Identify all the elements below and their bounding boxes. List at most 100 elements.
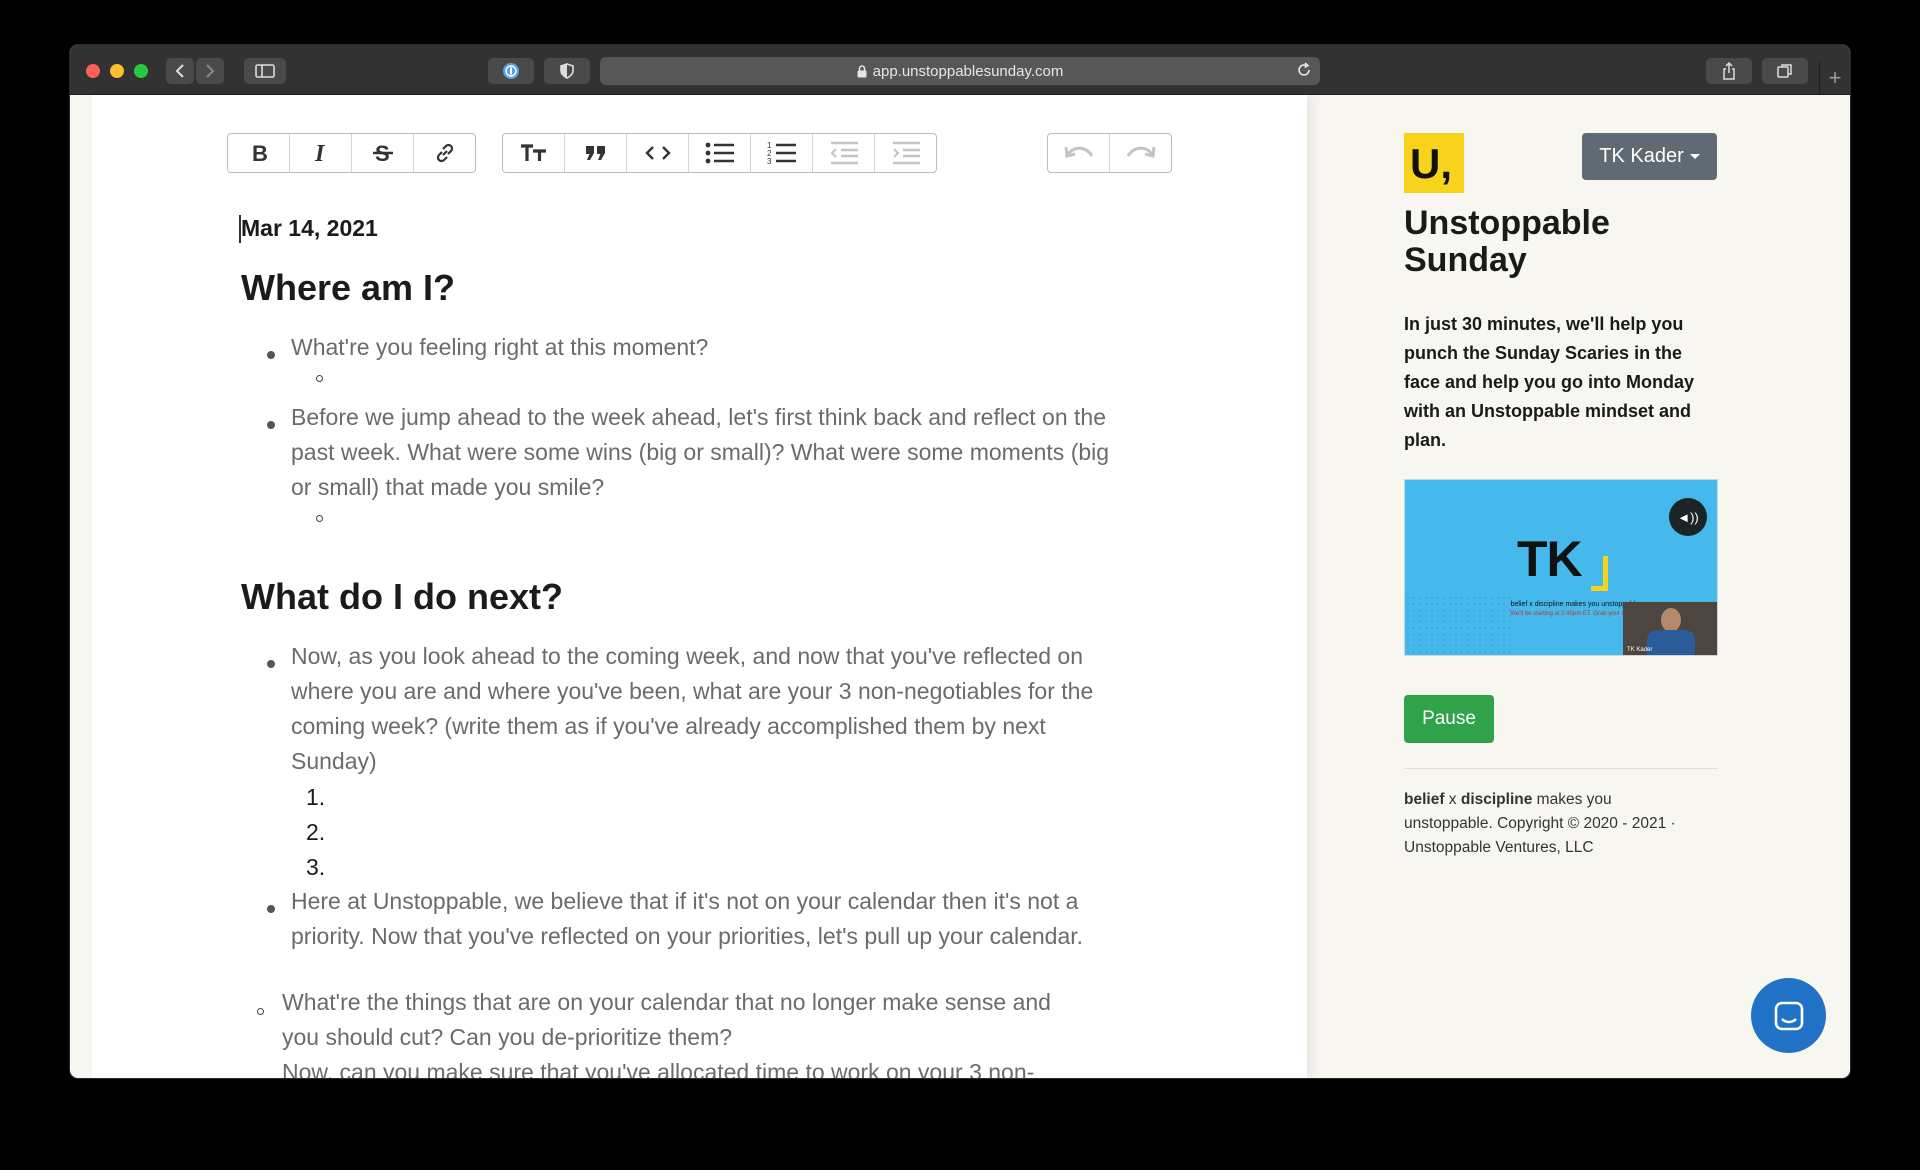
undo-button[interactable] <box>1048 134 1110 172</box>
url-bar[interactable]: app.unstoppablesunday.com <box>600 57 1320 85</box>
list-item-line: where you are and where you've been, wha… <box>291 678 1094 704</box>
person-head <box>1661 608 1681 632</box>
reload-icon[interactable] <box>1296 62 1312 82</box>
footer-makes-you: makes you <box>1532 791 1612 808</box>
indent-icon <box>892 141 920 165</box>
webcam-inset: TK Kader <box>1623 602 1717 655</box>
outdent-button[interactable] <box>813 134 875 172</box>
speaker-icon[interactable]: ◄)) <box>1669 498 1707 536</box>
share-button[interactable] <box>1706 58 1752 84</box>
brand-line-1: Unstoppable <box>1404 204 1610 242</box>
formatting-toolbar: B I S 123 <box>92 133 1307 175</box>
list-item-line: coming week? (write them as if you've al… <box>291 713 1046 739</box>
sub-list-item: Now, can you make sure that you've alloc… <box>282 1059 1035 1078</box>
sub-bullet-circle <box>316 375 323 382</box>
lock-icon <box>857 64 867 77</box>
brand-line-2: Sunday <box>1404 241 1527 279</box>
sub-list-item-line: you should cut? Can you de-prioritize th… <box>282 1024 733 1050</box>
redo-icon <box>1126 146 1155 158</box>
caret-down-icon <box>1689 154 1700 159</box>
minimize-window-button[interactable] <box>110 64 124 78</box>
brand-title: Unstoppable Sunday <box>1404 205 1610 279</box>
outdent-icon <box>830 141 858 165</box>
italic-icon: I <box>314 142 326 164</box>
shield-icon <box>560 63 574 79</box>
list-item: What're you feeling right at this moment… <box>291 334 709 360</box>
footer-copyright: unstoppable. Copyright © 2020 - 2021 · <box>1404 815 1676 832</box>
history-group <box>1047 133 1172 173</box>
strikethrough-icon: S <box>372 142 393 164</box>
quote-button[interactable] <box>565 134 627 172</box>
chat-icon <box>1774 1001 1803 1030</box>
sub-list-item: What're the things that are on your cale… <box>282 989 1051 1015</box>
code-button[interactable] <box>627 134 689 172</box>
person-body <box>1647 630 1695 655</box>
video-logo-accent <box>1591 556 1608 591</box>
sub-bullet-circle <box>257 1008 264 1015</box>
bold-icon: B <box>252 142 268 164</box>
bullet-dot <box>267 905 275 913</box>
url-text: app.unstoppablesunday.com <box>872 62 1064 80</box>
document-date: Mar 14, 2021 <box>241 215 378 241</box>
bullet-dot <box>267 421 275 429</box>
zoom-window-button[interactable] <box>134 64 148 78</box>
chat-launcher-button[interactable] <box>1751 978 1826 1053</box>
heading-button[interactable] <box>503 134 565 172</box>
numbered-list-icon: 123 <box>767 141 796 166</box>
footer-text: belief x discipline makes you unstoppabl… <box>1404 788 1718 860</box>
footer-x: x <box>1444 791 1461 808</box>
footer-belief: belief <box>1404 791 1445 808</box>
numbered-item: 3. <box>306 854 326 880</box>
webcam-label: TK Kader <box>1627 647 1653 653</box>
bullet-list-icon <box>705 142 734 164</box>
block-format-group: 123 <box>502 133 937 173</box>
strikethrough-button[interactable]: S <box>352 134 414 172</box>
heading-what-do-i-do-next: What do I do next? <box>241 576 563 617</box>
bullet-list-button[interactable] <box>689 134 751 172</box>
redo-button[interactable] <box>1110 134 1171 172</box>
italic-button[interactable]: I <box>290 134 352 172</box>
back-button[interactable] <box>166 58 194 84</box>
footer-company: Unstoppable Ventures, LLC <box>1404 839 1594 856</box>
bold-button[interactable]: B <box>228 134 290 172</box>
close-window-button[interactable] <box>86 64 100 78</box>
text-style-group: B I S <box>227 133 476 173</box>
new-tab-button[interactable]: + <box>1819 61 1850 95</box>
password-manager-button[interactable] <box>488 58 534 84</box>
list-item-line: or small) that made you smile? <box>291 474 605 500</box>
tabs-overview-button[interactable] <box>1762 58 1808 84</box>
sidebar-divider <box>1404 768 1718 769</box>
numbered-item: 2. <box>306 819 326 845</box>
bullet-dot <box>267 351 275 359</box>
heading-icon <box>520 144 546 161</box>
tagline: In just 30 minutes, we'll help you punch… <box>1404 314 1695 450</box>
list-item-line: Sunday) <box>291 748 377 774</box>
video-player[interactable]: TK belief x discipline makes you unstopp… <box>1404 479 1718 656</box>
list-item: Here at Unstoppable, we believe that if … <box>291 888 1079 914</box>
share-icon <box>1723 62 1735 80</box>
unstoppable-logo[interactable]: U, <box>1404 133 1464 193</box>
list-item: Now, as you look ahead to the coming wee… <box>291 643 1083 669</box>
user-menu-button[interactable]: TK Kader <box>1582 133 1717 180</box>
numbered-item: 1. <box>306 784 326 810</box>
password-manager-icon <box>503 63 519 79</box>
tabs-icon <box>1777 64 1792 78</box>
sidebar-toggle-button[interactable] <box>244 58 286 84</box>
forward-button[interactable] <box>196 58 224 84</box>
bullet-dot <box>267 660 275 668</box>
link-button[interactable] <box>414 134 475 172</box>
pause-button[interactable]: Pause <box>1404 695 1494 743</box>
footer-discipline: discipline <box>1460 791 1533 808</box>
chevron-left-icon <box>175 64 184 78</box>
indent-button[interactable] <box>875 134 936 172</box>
code-icon <box>644 146 671 160</box>
shield-button[interactable] <box>544 58 590 84</box>
svg-text:3: 3 <box>767 157 772 166</box>
chevron-right-icon <box>206 64 215 78</box>
list-item: Before we jump ahead to the week ahead, … <box>291 404 1106 430</box>
undo-icon <box>1064 146 1093 158</box>
browser-window: app.unstoppablesunday.com + B I S 1 2 3 … <box>70 45 1850 1078</box>
numbered-list-button[interactable]: 123 <box>751 134 813 172</box>
browser-titlebar: app.unstoppablesunday.com + <box>70 45 1850 95</box>
video-tk-logo: TK <box>1517 531 1583 587</box>
